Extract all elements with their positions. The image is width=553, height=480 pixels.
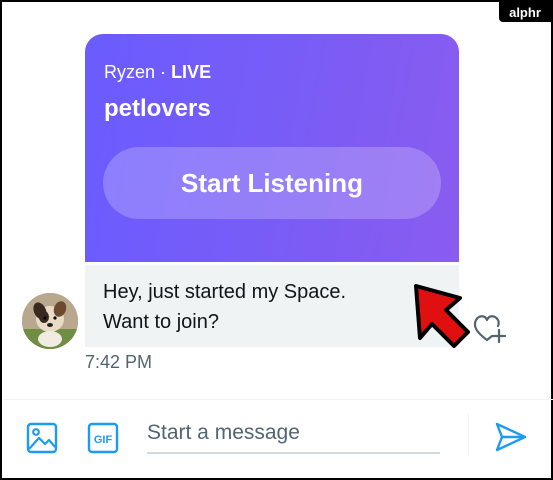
add-image-button[interactable] — [26, 422, 58, 454]
gif-icon-label: GIF — [94, 434, 113, 446]
space-status-live: LIVE — [171, 62, 212, 82]
add-gif-button[interactable]: GIF — [87, 422, 119, 454]
red-arrow-icon — [414, 284, 470, 348]
send-icon — [495, 422, 527, 452]
avatar[interactable] — [22, 293, 78, 349]
annotation-arrow — [406, 282, 472, 352]
space-title: petlovers — [104, 95, 211, 122]
image-icon — [26, 422, 58, 454]
composer-divider — [4, 399, 553, 400]
message-line-1: Hey, just started my Space. — [103, 281, 347, 303]
space-host: Ryzen — [104, 62, 156, 82]
space-separator: · — [160, 62, 167, 82]
heart-plus-icon — [473, 315, 507, 344]
brand-logo: alphr — [499, 2, 551, 22]
react-button[interactable] — [472, 312, 508, 344]
screenshot-frame: alphr Ryzen · LIVE petlovers Start Liste… — [0, 0, 553, 480]
message-bubble: Hey, just started my Space. Want to join… — [85, 265, 459, 347]
message-input[interactable] — [147, 414, 440, 454]
message-timestamp: 7:42 PM — [85, 352, 153, 372]
gif-icon: GIF — [87, 422, 119, 454]
start-listening-button[interactable]: Start Listening — [103, 147, 441, 219]
send-button[interactable] — [494, 420, 528, 454]
space-meta: Ryzen · LIVE — [104, 62, 211, 83]
send-divider — [468, 414, 469, 456]
dog-avatar-image — [22, 293, 78, 349]
message-line-2: Want to join? — [103, 311, 219, 333]
space-card[interactable]: Ryzen · LIVE petlovers Start Listening — [85, 34, 459, 262]
